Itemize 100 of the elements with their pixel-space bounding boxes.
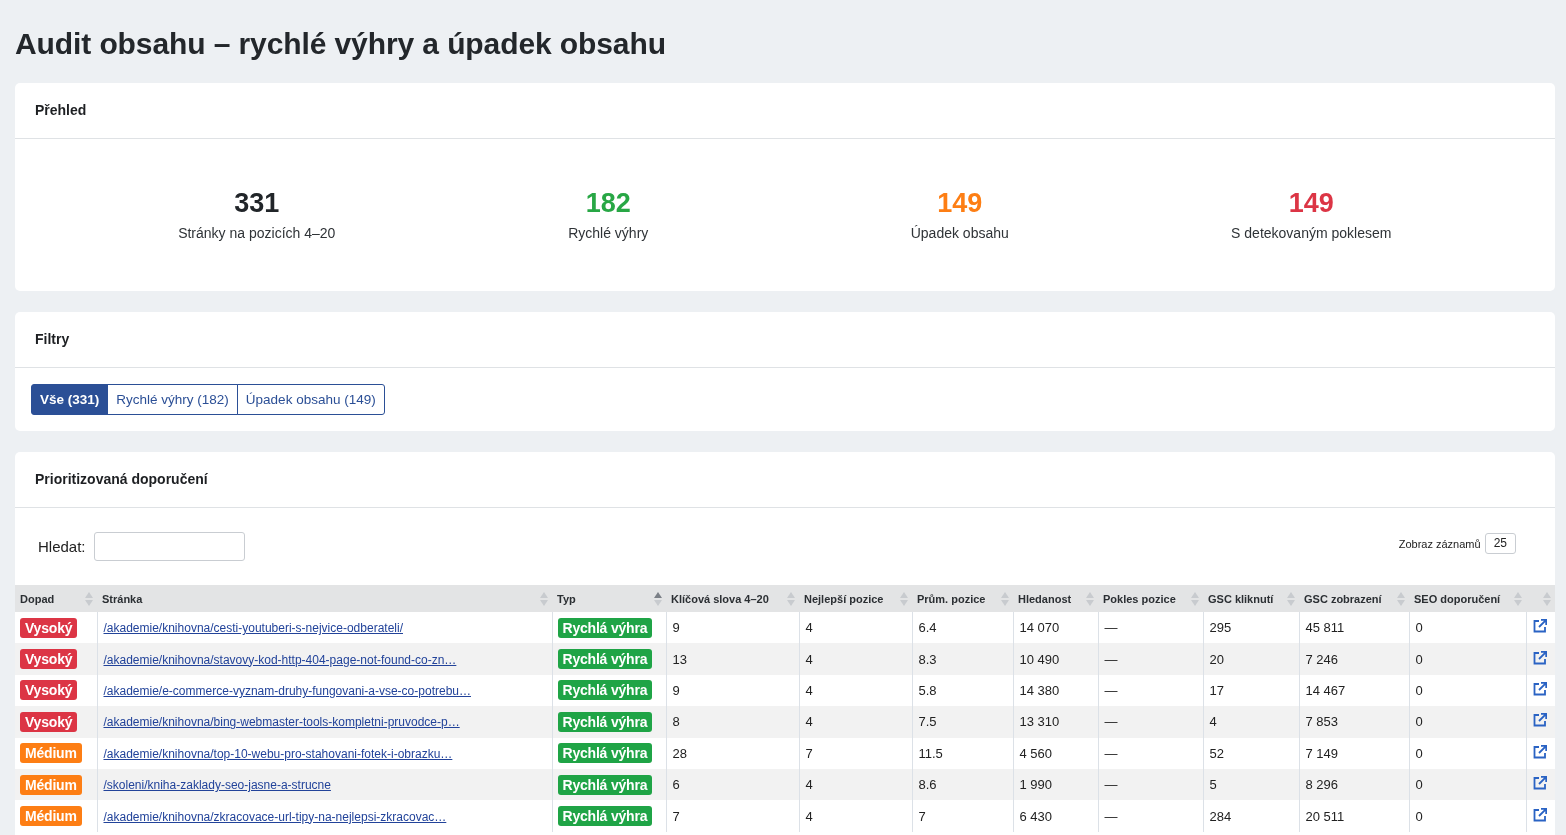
filter-tab[interactable]: Rychlé výhry (182) [107,384,238,415]
external-link-icon[interactable] [1532,619,1547,634]
table-cell: 7.5 [912,706,1013,738]
table-cell: 6.4 [912,612,1013,644]
table-cell: 4 560 [1013,737,1098,769]
stat-label: S detekovaným poklesem [1231,224,1392,243]
external-link-icon[interactable] [1532,776,1547,791]
column-header[interactable]: Prům. pozice [912,585,1013,612]
type-badge: Rychlá výhra [557,806,653,827]
search-field[interactable] [93,532,245,561]
impact-badge: Médium [20,774,82,795]
column-header[interactable]: SEO doporučení [1409,585,1526,612]
table-cell: 7 246 [1299,643,1409,675]
external-link-icon[interactable] [1532,713,1547,728]
table-cell: 0 [1409,737,1526,769]
table-cell: — [1098,612,1203,644]
table-cell: 8 296 [1299,768,1409,801]
type-badge: Rychlá výhra [557,774,653,795]
page-size-select[interactable]: 25 [1484,533,1516,554]
page-link[interactable]: /akademie/knihovna/cesti-youtuberi-s-nejvice-odberateli/ [103,621,403,636]
card-heading: Filtry [15,312,1555,368]
table-cell: 284 [1203,800,1299,832]
table-cell: 14 380 [1013,674,1098,707]
column-header[interactable]: Dopad [15,585,97,612]
type-badge: Rychlá výhra [557,743,653,764]
table-cell: 52 [1203,737,1299,769]
type-badge: Rychlá výhra [557,649,653,670]
table-cell: 13 [666,643,799,675]
table-cell: 5.8 [912,674,1013,707]
table-cell: 7 853 [1299,706,1409,738]
column-header[interactable]: GSC kliknutí [1203,585,1299,612]
table-cell: 4 [799,643,912,675]
table-cell: 0 [1409,800,1526,832]
table-cell: 8.6 [912,768,1013,801]
external-link-icon[interactable] [1532,681,1547,696]
table-cell: — [1098,800,1203,832]
table-cell: 9 [666,674,799,707]
table-cell: 9 [666,612,799,644]
external-link-icon[interactable] [1532,807,1547,822]
impact-badge: Vysoký [20,711,78,732]
filter-tab[interactable]: Úpadek obsahu (149) [236,384,385,415]
table-cell: 7 149 [1299,737,1409,769]
table-cell: 14 467 [1299,674,1409,707]
table-cell: 0 [1409,674,1526,707]
card-heading: Prioritizovaná doporučení [15,452,1555,508]
stat-label: Úpadek obsahu [910,224,1009,243]
column-header[interactable]: Pokles pozice [1098,585,1203,612]
page-title: Audit obsahu – rychlé výhry a úpadek obsahu [15,26,667,62]
impact-badge: Vysoký [20,617,78,638]
table-cell: 8 [666,706,799,738]
page-link[interactable]: /akademie/knihovna/bing-webmaster-tools-kompletni-pruvodce-p… [103,715,460,730]
column-header[interactable]: Hledanost [1013,585,1098,612]
table-cell: 45 811 [1299,612,1409,644]
card-heading: Přehled [15,83,1555,139]
table-cell: 0 [1409,643,1526,675]
impact-badge: Médium [20,743,82,764]
impact-badge: Médium [20,806,82,827]
table-cell: 6 [666,768,799,801]
stat-value: 182 [585,187,631,219]
table-cell: 4 [799,768,912,801]
table-cell: 7 [799,737,912,769]
page-link[interactable]: /akademie/knihovna/top-10-webu-pro-stahovani-fotek-i-obrazku… [103,746,453,761]
table-cell: 17 [1203,674,1299,707]
stat-value: 331 [234,187,280,219]
table-cell: — [1098,706,1203,738]
page-link[interactable]: /akademie/knihovna/stavovy-kod-http-404-page-not-found-co-zn… [103,652,457,667]
table-cell: — [1098,643,1203,675]
table-cell: 0 [1409,706,1526,738]
table-cell: — [1098,768,1203,801]
search-label: Hledat: [38,538,86,555]
table-cell: 10 490 [1013,643,1098,675]
type-badge: Rychlá výhra [557,617,653,638]
table-cell: 11.5 [912,737,1013,769]
impact-badge: Vysoký [20,649,78,670]
impact-badge: Vysoký [20,680,78,701]
page-link[interactable]: /akademie/e-commerce-vyznam-druhy-fungovani-a-vse-co-potrebu… [103,683,471,698]
column-header[interactable]: Nejlepší pozice [799,585,912,612]
external-link-icon[interactable] [1532,650,1547,665]
table-cell: — [1098,737,1203,769]
column-header[interactable]: Klíčová slova 4–20 [666,585,799,612]
type-badge: Rychlá výhra [557,711,653,732]
table-cell: 4 [799,800,912,832]
column-header[interactable]: Typ [552,585,666,612]
stat-label: Rychlé výhry [568,224,649,243]
page-size-label: Zobraz záznamů [1398,537,1481,550]
column-header[interactable]: GSC zobrazení [1299,585,1409,612]
table-cell: 1 990 [1013,768,1098,801]
page-link[interactable]: /skoleni/kniha-zaklady-seo-jasne-a-strucne [103,778,331,793]
table-cell: 8.3 [912,643,1013,675]
filter-tab[interactable]: Vše (331) [31,384,109,415]
column-header[interactable]: Stránka [97,585,552,612]
table-cell: 7 [912,800,1013,832]
type-badge: Rychlá výhra [557,680,653,701]
page-link[interactable]: /akademie/knihovna/zkracovace-url-tipy-na-nejlepsi-zkracovac… [103,809,447,824]
table-cell: 295 [1203,612,1299,644]
table-cell: 20 511 [1299,800,1409,832]
table-cell: 0 [1409,768,1526,801]
external-link-icon[interactable] [1532,744,1547,759]
table-cell: 28 [666,737,799,769]
stat-value: 149 [937,187,983,219]
